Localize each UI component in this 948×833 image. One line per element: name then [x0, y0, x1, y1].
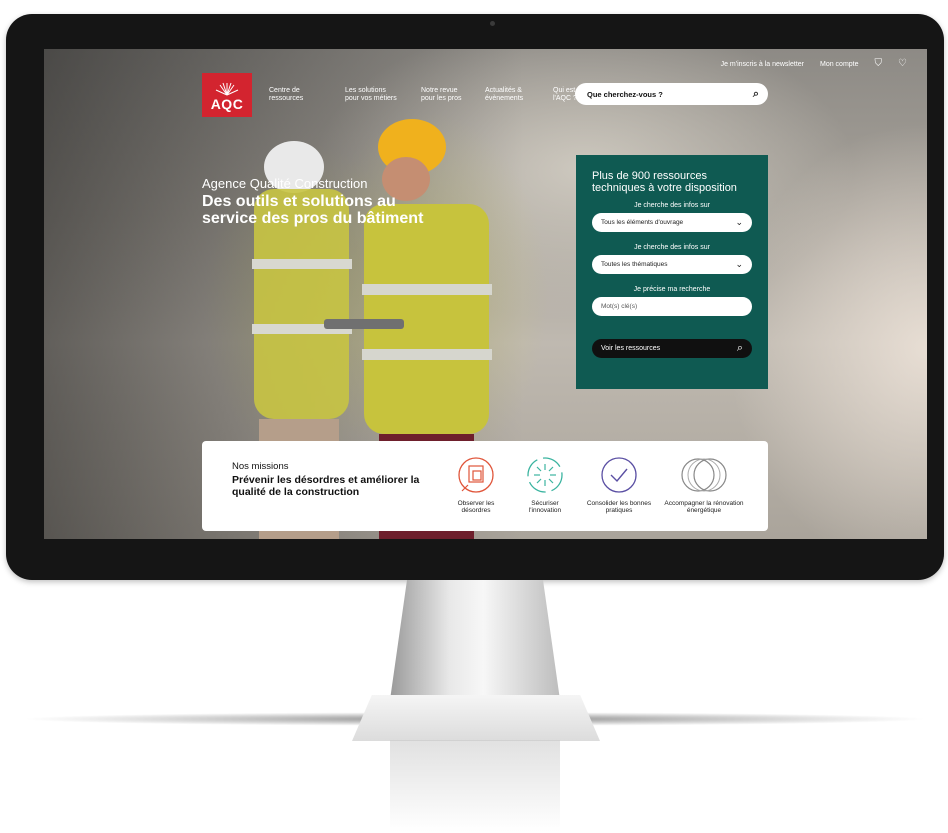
innovation-icon: [527, 457, 563, 493]
basket-icon[interactable]: ⛉: [875, 59, 883, 69]
mission-accompagner-label: Accompagner la rénovation énergétique: [664, 500, 744, 514]
see-resources-button[interactable]: Voir les ressources ⌕: [592, 339, 752, 358]
account-link[interactable]: Mon compte: [820, 61, 859, 68]
monitor-stand-neck: [390, 580, 560, 700]
ouvrage-select-value: Tous les éléments d'ouvrage: [601, 219, 684, 226]
mission-accompagner[interactable]: Accompagner la rénovation énergétique: [658, 455, 750, 514]
camera-dot: [490, 21, 495, 26]
mission-securiser[interactable]: Sécuriser l'innovation: [520, 455, 570, 514]
check-icon: [601, 457, 637, 493]
search-icon: ⌕: [736, 342, 743, 354]
resource-search-panel: Plus de 900 ressources techniques à votr…: [576, 155, 768, 389]
missions-title: Prévenir les désordres et améliorer la q…: [232, 474, 420, 498]
monitor-stand-foot: [352, 695, 600, 741]
search-input[interactable]: Que cherchez-vous ? ⌕: [575, 83, 768, 105]
nav-item-solutions[interactable]: Les solutions pour vos métiers: [345, 87, 401, 103]
utility-bar: Je m'inscris à la newsletter Mon compte …: [721, 59, 907, 69]
monitor-frame: Je m'inscris à la newsletter Mon compte …: [6, 14, 944, 580]
hero-title: Des outils et solutions au service des p…: [202, 193, 424, 227]
chevron-down-icon: ⌄: [735, 259, 743, 269]
missions-card: Nos missions Prévenir les désordres et a…: [202, 441, 768, 531]
newsletter-link[interactable]: Je m'inscris à la newsletter: [721, 61, 804, 68]
panel-label-1: Je cherche des infos sur: [634, 202, 710, 209]
renovation-icon: [681, 458, 727, 492]
panel-title: Plus de 900 ressources techniques à votr…: [592, 170, 737, 194]
observe-icon: [458, 457, 494, 493]
hero-subtitle: Agence Qualité Construction: [202, 176, 368, 191]
panel-label-2: Je cherche des infos sur: [634, 244, 710, 251]
keyword-placeholder: Mot(s) clé(s): [601, 303, 638, 310]
heart-icon[interactable]: ♡: [898, 59, 907, 69]
stand-reflection: [390, 740, 560, 832]
mission-observer[interactable]: Observer les désordres: [448, 455, 504, 514]
chevron-down-icon: ⌄: [735, 217, 743, 227]
website-screen: Je m'inscris à la newsletter Mon compte …: [44, 49, 927, 539]
search-icon[interactable]: ⌕: [753, 88, 759, 101]
thematique-select[interactable]: Toutes les thématiques ⌄: [592, 255, 752, 274]
logo-text: AQC: [210, 96, 244, 112]
keyword-input[interactable]: Mot(s) clé(s): [592, 297, 752, 316]
thematique-select-value: Toutes les thématiques: [601, 261, 668, 268]
mission-observer-label: Observer les désordres: [457, 500, 495, 514]
mission-consolider[interactable]: Consolider les bonnes pratiques: [584, 455, 654, 514]
main-nav: Centre de ressources Les solutions pour …: [269, 87, 583, 103]
see-resources-label: Voir les ressources: [601, 345, 661, 352]
nav-item-revue[interactable]: Notre revue pour les pros: [421, 87, 465, 103]
nav-item-centre-ressources[interactable]: Centre de ressources: [269, 87, 325, 103]
ouvrage-select[interactable]: Tous les éléments d'ouvrage ⌄: [592, 213, 752, 232]
logo-burst-icon: [215, 82, 239, 96]
aqc-logo[interactable]: AQC: [202, 73, 252, 117]
hero-text: Agence Qualité Construction Des outils e…: [202, 176, 442, 228]
nav-item-actualites[interactable]: Actualités & évènements: [485, 87, 533, 103]
mission-securiser-label: Sécuriser l'innovation: [528, 500, 562, 514]
search-placeholder: Que cherchez-vous ?: [587, 89, 663, 99]
mission-consolider-label: Consolider les bonnes pratiques: [586, 500, 652, 514]
panel-label-3: Je précise ma recherche: [633, 286, 711, 293]
